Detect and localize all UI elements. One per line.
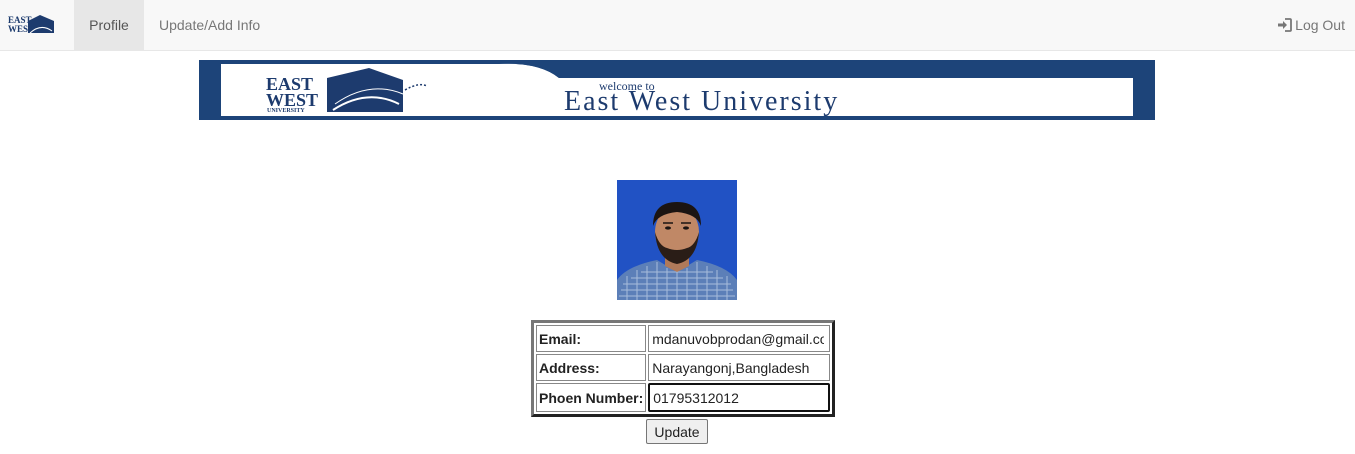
email-label: Email: (536, 325, 647, 352)
nav-tab-update-add-info[interactable]: Update/Add Info (145, 0, 274, 50)
university-logo-icon[interactable]: EAST WEST (6, 13, 60, 37)
address-label: Address: (536, 354, 647, 381)
svg-text:UNIVERSITY: UNIVERSITY (267, 108, 305, 114)
email-field[interactable] (649, 326, 828, 351)
update-button[interactable]: Update (646, 419, 708, 444)
phone-number-field[interactable] (650, 385, 829, 410)
welcome-banner: EAST WEST UNIVERSITY welcome to East Wes… (199, 60, 1155, 120)
profile-photo (617, 180, 737, 300)
table-row: Phoen Number: (536, 383, 831, 412)
nav-tab-profile[interactable]: Profile (74, 0, 144, 50)
phone-number-label: Phoen Number: (536, 383, 647, 412)
address-field[interactable] (649, 355, 828, 380)
logout-link[interactable]: Log Out (1277, 0, 1345, 50)
top-navbar: EAST WEST Profile Update/Add Info Log Ou… (0, 0, 1355, 51)
table-row: Address: (536, 354, 831, 381)
svg-text:WEST: WEST (266, 90, 318, 110)
profile-info-table: Email: Address: Phoen Number: (531, 320, 836, 417)
logout-label: Log Out (1295, 17, 1345, 33)
table-row: Email: (536, 325, 831, 352)
log-in-icon (1278, 18, 1293, 32)
banner-title-text: East West University (564, 86, 839, 117)
